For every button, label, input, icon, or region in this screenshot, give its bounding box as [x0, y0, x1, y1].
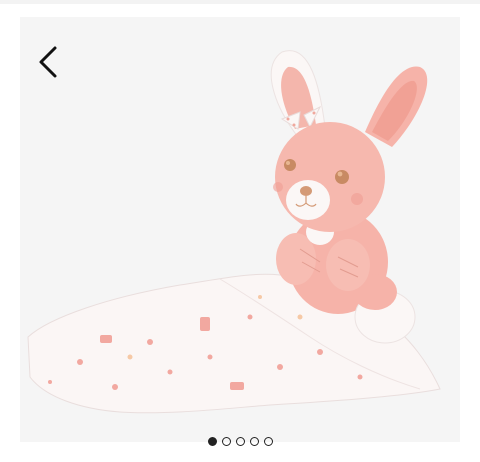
carousel-dot-3[interactable]	[235, 436, 245, 446]
back-button[interactable]	[33, 42, 63, 82]
carousel-dot-5[interactable]	[263, 436, 273, 446]
product-image[interactable]	[20, 17, 460, 442]
carousel-dot-2[interactable]	[221, 436, 231, 446]
carousel-dot-4[interactable]	[249, 436, 259, 446]
chevron-left-icon	[39, 46, 57, 78]
product-image-gallery[interactable]	[20, 17, 460, 442]
top-divider	[0, 0, 480, 4]
carousel-pagination	[0, 434, 480, 448]
carousel-dot-1[interactable]	[207, 436, 217, 446]
